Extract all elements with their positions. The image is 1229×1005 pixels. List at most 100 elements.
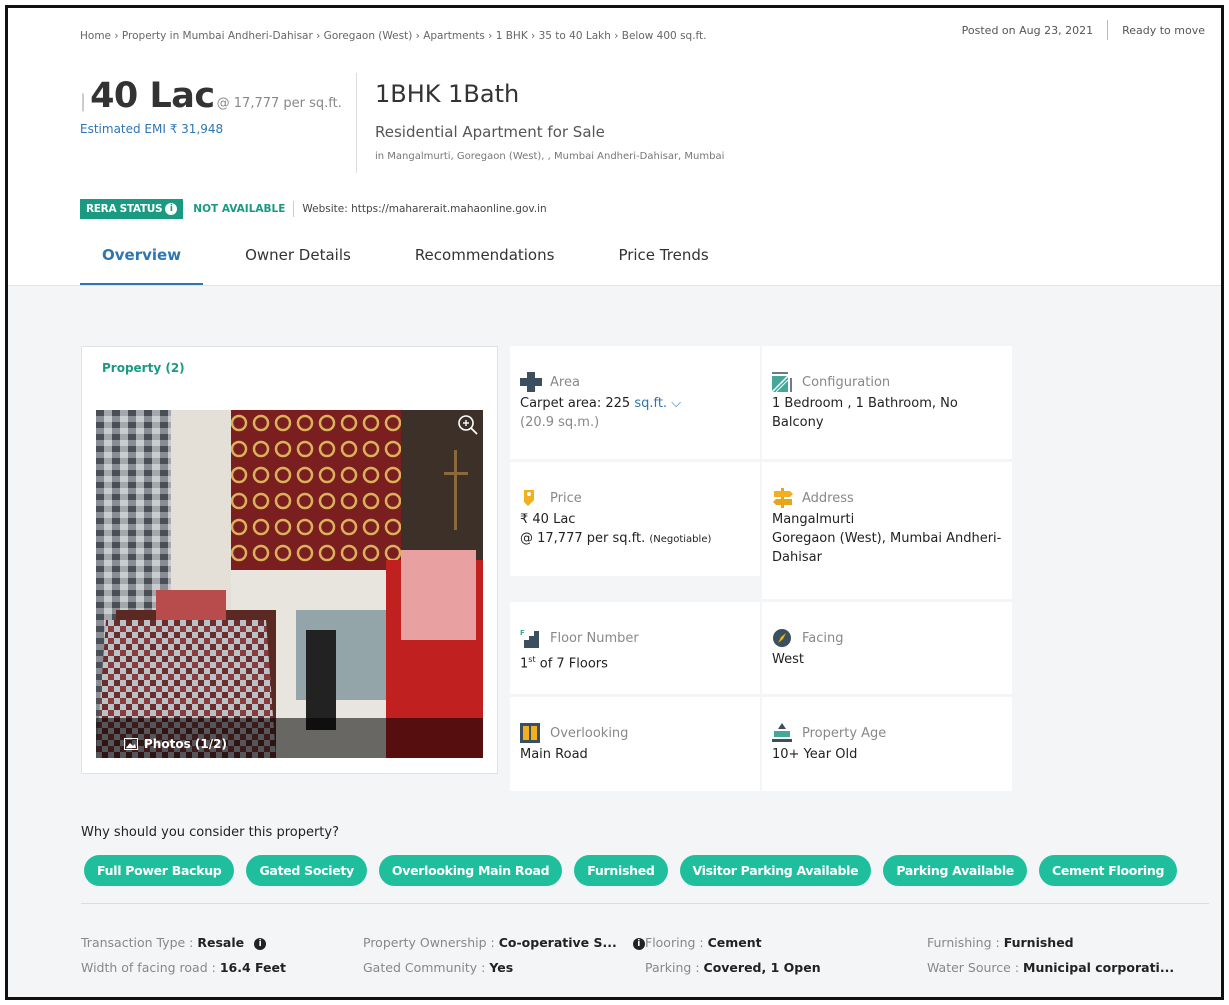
address-line-3: Dahisar bbox=[772, 550, 822, 565]
listing-title: 1BHK 1Bath bbox=[375, 80, 520, 108]
zoom-icon[interactable] bbox=[457, 414, 479, 436]
attr-transaction-type: Transaction Type : Resale i bbox=[81, 935, 267, 950]
chip-full-power-backup[interactable]: Full Power Backup bbox=[84, 855, 235, 886]
tab-recommendations[interactable]: Recommendations bbox=[393, 240, 577, 285]
posted-info: Posted on Aug 23, 2021 Ready to move bbox=[962, 20, 1205, 40]
chip-cement-flooring[interactable]: Cement Flooring bbox=[1038, 855, 1178, 886]
chip-overlooking-main-road[interactable]: Overlooking Main Road bbox=[378, 855, 563, 886]
chevron-down-icon: ⌵ bbox=[671, 396, 682, 411]
facing-label: Facing bbox=[802, 630, 844, 646]
configuration-line-1: 1 Bedroom , 1 Bathroom, No bbox=[772, 396, 958, 411]
negotiable-note: (Negotiable) bbox=[649, 534, 712, 545]
attr-parking: Parking : Covered, 1 Open bbox=[645, 960, 821, 975]
price-per-sqft-detail: @ 17,777 per sq.ft. bbox=[520, 531, 646, 546]
property-age-label: Property Age bbox=[802, 725, 887, 741]
photos-counter[interactable]: Photos (1/2) bbox=[96, 718, 483, 758]
attr-key: Gated Community : bbox=[363, 960, 486, 975]
tab-price-trends[interactable]: Price Trends bbox=[596, 240, 730, 285]
room-photo-illustration bbox=[96, 410, 483, 758]
attr-value: Resale bbox=[197, 935, 245, 950]
floor-ordinal: st bbox=[528, 655, 536, 664]
overlooking-label: Overlooking bbox=[550, 725, 629, 741]
area-label: Area bbox=[550, 374, 580, 390]
attr-value: Municipal corporati... bbox=[1023, 960, 1175, 975]
configuration-label: Configuration bbox=[802, 374, 891, 390]
property-photo[interactable]: Photos (1/2) bbox=[96, 410, 483, 758]
price-tag-icon bbox=[524, 490, 534, 506]
info-icon[interactable]: i bbox=[254, 938, 267, 950]
attr-value: Yes bbox=[489, 960, 514, 975]
detail-property-age: Property Age 10+ Year Old bbox=[762, 697, 1012, 791]
rera-status-badge[interactable]: RERA STATUS i bbox=[80, 199, 184, 219]
detail-address: Address Mangalmurti Goregaon (West), Mum… bbox=[762, 462, 1012, 599]
posted-date: Posted on Aug 23, 2021 bbox=[961, 23, 1094, 37]
estimated-emi-link[interactable]: Estimated EMI ₹ 31,948 bbox=[80, 122, 342, 136]
price-label: Price bbox=[550, 490, 582, 506]
attr-value: Furnished bbox=[1003, 935, 1074, 950]
attr-value: Co-operative S... bbox=[498, 935, 617, 950]
rera-website[interactable]: Website: https://maharerait.mahaonline.g… bbox=[302, 203, 546, 215]
carpet-area-value: Carpet area: 225 bbox=[520, 396, 631, 411]
chip-furnished[interactable]: Furnished bbox=[574, 855, 668, 886]
photo-tab-property[interactable]: Property (2) bbox=[82, 347, 190, 390]
chip-parking-available[interactable]: Parking Available bbox=[883, 855, 1027, 886]
configuration-icon bbox=[772, 372, 792, 392]
chip-gated-society[interactable]: Gated Society bbox=[246, 855, 367, 886]
attr-water-source: Water Source : Municipal corporati... bbox=[927, 960, 1174, 975]
attr-key: Parking : bbox=[645, 960, 700, 975]
tab-overview[interactable]: Overview bbox=[80, 240, 204, 286]
feature-chips: Full Power Backup Gated Society Overlook… bbox=[84, 855, 1189, 886]
header-divider bbox=[356, 73, 357, 173]
attr-key: Flooring : bbox=[645, 935, 704, 950]
rera-row: RERA STATUS i NOT AVAILABLE Website: htt… bbox=[80, 199, 547, 219]
attr-value: Cement bbox=[707, 935, 762, 950]
photo-card: Property (2) Photos (1/2) bbox=[81, 346, 498, 774]
rupee-icon: | bbox=[80, 91, 87, 112]
floor-icon: F bbox=[520, 629, 539, 648]
section-divider bbox=[81, 903, 1209, 904]
signpost-icon bbox=[773, 488, 793, 508]
attr-key: Width of facing road : bbox=[81, 960, 216, 975]
listing-location: in Mangalmurti, Goregaon (West), , Mumba… bbox=[375, 151, 725, 162]
photos-counter-label: Photos (1/2) bbox=[144, 737, 227, 751]
chip-visitor-parking[interactable]: Visitor Parking Available bbox=[679, 855, 872, 886]
area-unit-label: sq.ft. bbox=[634, 396, 668, 411]
possession-status: Ready to move bbox=[1122, 23, 1205, 37]
property-age-value: 10+ Year Old bbox=[772, 747, 858, 762]
tab-owner-details[interactable]: Owner Details bbox=[223, 240, 373, 285]
area-unit-dropdown[interactable]: sq.ft. ⌵ bbox=[634, 396, 681, 411]
info-icon[interactable]: i bbox=[165, 203, 178, 215]
rera-divider bbox=[293, 201, 295, 217]
attr-ownership: Property Ownership : Co-operative S... i bbox=[363, 935, 645, 950]
detail-price: Price ₹ 40 Lac @ 17,777 per sq.ft. (Nego… bbox=[510, 462, 760, 576]
overview-content: Property (2) Photos (1/2) Area Carpet ar… bbox=[8, 285, 1221, 997]
info-icon[interactable]: i bbox=[632, 938, 645, 950]
address-line-1: Mangalmurti bbox=[772, 512, 855, 527]
area-icon bbox=[520, 372, 542, 392]
title-block: 1BHK 1Bath Residential Apartment for Sal… bbox=[375, 80, 724, 162]
attr-value: 16.4 Feet bbox=[219, 960, 286, 975]
svg-text:F: F bbox=[520, 629, 525, 637]
attr-key: Water Source : bbox=[927, 960, 1020, 975]
breadcrumb[interactable]: Home › Property in Mumbai Andheri-Dahisa… bbox=[80, 30, 707, 42]
address-label: Address bbox=[802, 490, 854, 506]
listing-subtitle: Residential Apartment for Sale bbox=[375, 123, 605, 141]
attr-value: Covered, 1 Open bbox=[703, 960, 821, 975]
detail-facing: Facing West bbox=[762, 602, 1012, 694]
price-value: ₹ 40 Lac bbox=[520, 512, 576, 527]
detail-configuration: Configuration 1 Bedroom , 1 Bathroom, No… bbox=[762, 346, 1012, 459]
rera-status-value: NOT AVAILABLE bbox=[193, 203, 286, 215]
attr-key: Property Ownership : bbox=[363, 935, 495, 950]
overview-tabs: Overview Owner Details Recommendations P… bbox=[80, 240, 751, 286]
attr-road-width: Width of facing road : 16.4 Feet bbox=[81, 960, 286, 975]
attr-key: Transaction Type : bbox=[81, 935, 194, 950]
why-consider-heading: Why should you consider this property? bbox=[81, 825, 339, 840]
attr-key: Furnishing : bbox=[927, 935, 1000, 950]
facing-value: West bbox=[772, 652, 804, 667]
price-per-sqft: @ 17,777 per sq.ft. bbox=[216, 96, 342, 111]
price-amount: 40 Lac bbox=[90, 76, 215, 116]
compass-icon bbox=[773, 629, 791, 647]
page-frame: Home › Property in Mumbai Andheri-Dahisa… bbox=[5, 5, 1224, 1000]
address-line-2: Goregaon (West), Mumbai Andheri- bbox=[772, 531, 1002, 546]
area-alt-value: (20.9 sq.m.) bbox=[520, 415, 600, 430]
